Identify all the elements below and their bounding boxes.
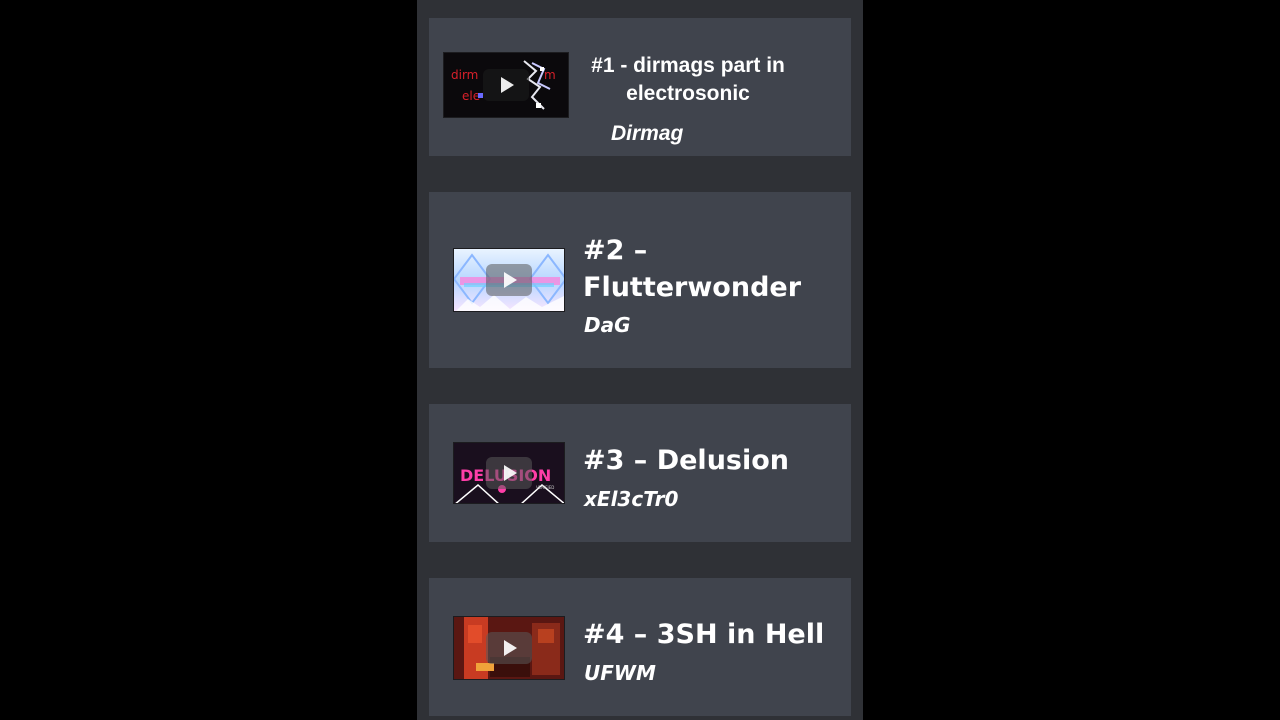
thumb-text-1: dirm — [451, 68, 478, 82]
video-thumbnail-4[interactable] — [453, 616, 565, 680]
play-icon[interactable] — [483, 69, 529, 101]
video-title[interactable]: #2 – Flutterwonder — [583, 232, 833, 306]
list-item-1[interactable]: dirm m ele #1 - dirmags part in electros… — [429, 18, 851, 156]
thumb-text-5: VERIFIED — [536, 485, 554, 490]
video-list-panel: dirm m ele #1 - dirmags part in electros… — [417, 0, 863, 720]
video-thumbnail-3[interactable]: DELUSION VERIFIED — [453, 442, 565, 504]
video-author: Dirmag — [611, 122, 684, 145]
video-title[interactable]: #3 – Delusion — [583, 442, 843, 479]
list-item-4[interactable]: #4 – 3SH in Hell UFWM — [429, 578, 851, 716]
play-icon[interactable] — [486, 264, 532, 296]
play-icon[interactable] — [486, 457, 532, 489]
list-item-2[interactable]: #2 – Flutterwonder DaG — [429, 192, 851, 368]
video-title[interactable]: #4 – 3SH in Hell — [583, 616, 847, 653]
play-icon[interactable] — [486, 632, 532, 664]
thumb-text-3: ele — [462, 89, 480, 103]
video-author: xEl3cTr0 — [584, 487, 679, 511]
thumb-text-2: m — [544, 68, 556, 82]
list-item-3[interactable]: DELUSION VERIFIED #3 – Delusion xEl3cTr0 — [429, 404, 851, 542]
video-author: UFWM — [584, 661, 656, 685]
video-title[interactable]: #1 - dirmags part in electrosonic — [575, 52, 801, 108]
video-thumbnail-1[interactable]: dirm m ele — [443, 52, 569, 118]
video-thumbnail-2[interactable] — [453, 248, 565, 312]
video-author: DaG — [584, 313, 631, 337]
